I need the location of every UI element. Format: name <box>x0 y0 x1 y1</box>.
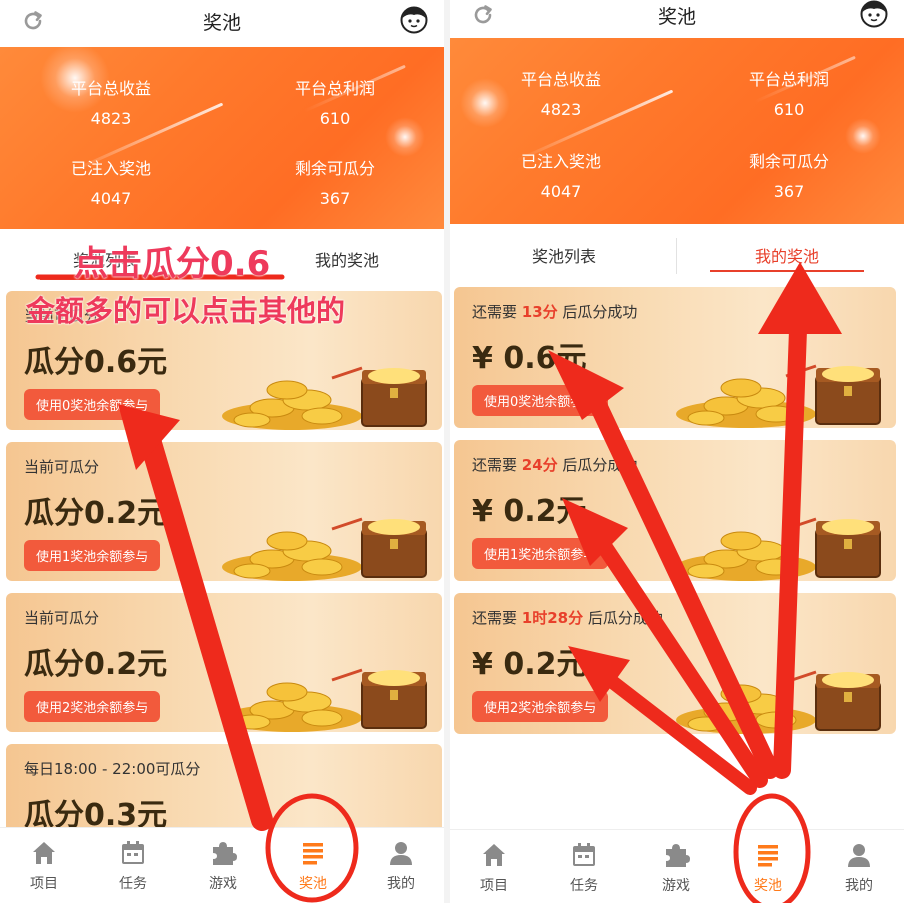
card-amount: 瓜分0.2元 <box>24 496 168 531</box>
join-pool-button[interactable]: 使用2奖池余额参与 <box>24 691 161 722</box>
stat-total-profit: 平台总利润 610 <box>294 79 375 128</box>
top-bar: 奖池 <box>450 0 904 36</box>
join-pool-button[interactable]: 使用2奖池余额参与 <box>472 691 609 722</box>
avatar-icon[interactable] <box>860 0 888 28</box>
coins-treasure-image <box>676 517 881 581</box>
puzzle-icon <box>666 844 690 867</box>
my-pool-card: 还需要 24分 后瓜分成功 ¥ 0.2元 使用1奖池余额参与 <box>454 440 896 581</box>
card-countdown: 还需要 24分 后瓜分成功 <box>472 456 638 474</box>
my-pool-card: 还需要 1时28分 后瓜分成功 ¥ 0.2元 使用2奖池余额参与 <box>454 593 896 734</box>
card-subtitle: 每日18:00 - 22:00可瓜分 <box>24 760 201 778</box>
coins-treasure-image <box>676 364 881 428</box>
tab-my-pool[interactable]: 我的奖池 <box>282 232 412 286</box>
page-title: 奖池 <box>657 5 696 28</box>
right-screen: 奖池 平台总收益 4823 平台总利润 610 已注入奖池 4047 剩余可瓜分… <box>450 0 904 903</box>
join-pool-button[interactable]: 使用1奖池余额参与 <box>472 538 609 569</box>
stat-pool-injected: 已注入奖池 4047 <box>520 152 601 201</box>
pool-tabs: 奖池列表 我的奖池 <box>450 228 904 282</box>
nav-item-projects[interactable]: 项目 <box>0 828 88 903</box>
stats-banner: 平台总收益 4823 平台总利润 610 已注入奖池 4047 剩余可瓜分 367 <box>0 47 444 229</box>
calendar-icon <box>573 843 595 866</box>
stat-pool-injected: 已注入奖池 4047 <box>70 159 151 208</box>
avatar-icon[interactable] <box>400 6 428 34</box>
stat-remaining: 剩余可瓜分 367 <box>294 159 375 208</box>
join-pool-button[interactable]: 使用1奖池余额参与 <box>24 540 161 571</box>
nav-item-tasks[interactable]: 任务 <box>88 828 178 903</box>
coins-treasure-image <box>222 366 427 430</box>
home-icon <box>483 844 505 866</box>
stat-total-revenue: 平台总收益 4823 <box>520 70 601 119</box>
nav-item-pool[interactable]: 奖池 <box>268 828 358 903</box>
coins-treasure-image <box>676 670 881 734</box>
bottom-nav: 项目 任务 游戏 奖池 我的 <box>450 829 904 903</box>
nav-item-pool[interactable]: 奖池 <box>722 830 814 903</box>
screenshot-stage: 奖池 平台总收益 4823 平台总利润 610 已注入奖池 4047 剩余可瓜分… <box>0 0 904 903</box>
card-amount: 瓜分0.6元 <box>24 345 168 380</box>
active-tab-indicator <box>710 270 864 272</box>
pool-card: 当前可瓜分 瓜分0.2元 使用2奖池余额参与 <box>6 593 442 732</box>
annotation-text-hint: 金额多的可以点击其他的 <box>26 294 346 328</box>
stat-remaining: 剩余可瓜分 367 <box>748 152 829 201</box>
tab-pool-list[interactable]: 奖池列表 <box>490 228 638 282</box>
bottom-nav: 项目 任务 游戏 奖池 我的 <box>0 827 444 903</box>
join-pool-button[interactable]: 使用0奖池余额参与 <box>24 389 161 420</box>
card-amount: ¥ 0.2元 <box>472 647 587 682</box>
list-icon <box>303 843 323 865</box>
card-amount: 瓜分0.2元 <box>24 647 168 682</box>
card-amount: ¥ 0.2元 <box>472 494 587 529</box>
card-subtitle: 当前可瓜分 <box>24 609 100 627</box>
list-icon <box>758 845 778 867</box>
nav-item-projects[interactable]: 项目 <box>450 830 538 903</box>
card-countdown: 还需要 13分 后瓜分成功 <box>472 303 638 321</box>
card-subtitle: 当前可瓜分 <box>24 458 100 476</box>
stats-banner: 平台总收益 4823 平台总利润 610 已注入奖池 4047 剩余可瓜分 367 <box>450 38 904 224</box>
nav-item-me[interactable]: 我的 <box>358 828 444 903</box>
coins-treasure-image <box>222 517 427 581</box>
puzzle-icon <box>213 842 237 865</box>
annotation-text-tap: 点击瓜分0.6 <box>74 244 271 284</box>
card-amount: ¥ 0.6元 <box>472 341 587 376</box>
nav-item-me[interactable]: 我的 <box>814 830 904 903</box>
user-icon <box>390 842 412 865</box>
nav-item-games[interactable]: 游戏 <box>630 830 722 903</box>
left-screen: 奖池 平台总收益 4823 平台总利润 610 已注入奖池 4047 剩余可瓜分… <box>0 0 444 903</box>
refresh-icon[interactable] <box>470 2 496 28</box>
tab-separator <box>676 238 677 274</box>
join-pool-button[interactable]: 使用0奖池余额参与 <box>472 385 609 416</box>
stat-total-revenue: 平台总收益 4823 <box>70 79 151 128</box>
page-title: 奖池 <box>202 11 241 34</box>
tab-my-pool[interactable]: 我的奖池 <box>710 228 864 282</box>
refresh-icon[interactable] <box>20 8 46 34</box>
top-bar: 奖池 <box>0 0 444 42</box>
user-icon <box>848 844 870 867</box>
stat-total-profit: 平台总利润 610 <box>748 70 829 119</box>
pool-card: 当前可瓜分 瓜分0.2元 使用1奖池余额参与 <box>6 442 442 581</box>
home-icon <box>33 842 55 864</box>
calendar-icon <box>122 841 144 864</box>
coins-treasure-image <box>222 668 427 732</box>
my-pool-card: 还需要 13分 后瓜分成功 ¥ 0.6元 使用0奖池余额参与 <box>454 287 896 428</box>
nav-item-tasks[interactable]: 任务 <box>538 830 630 903</box>
nav-item-games[interactable]: 游戏 <box>178 828 268 903</box>
card-countdown: 还需要 1时28分 后瓜分成功 <box>472 609 663 627</box>
